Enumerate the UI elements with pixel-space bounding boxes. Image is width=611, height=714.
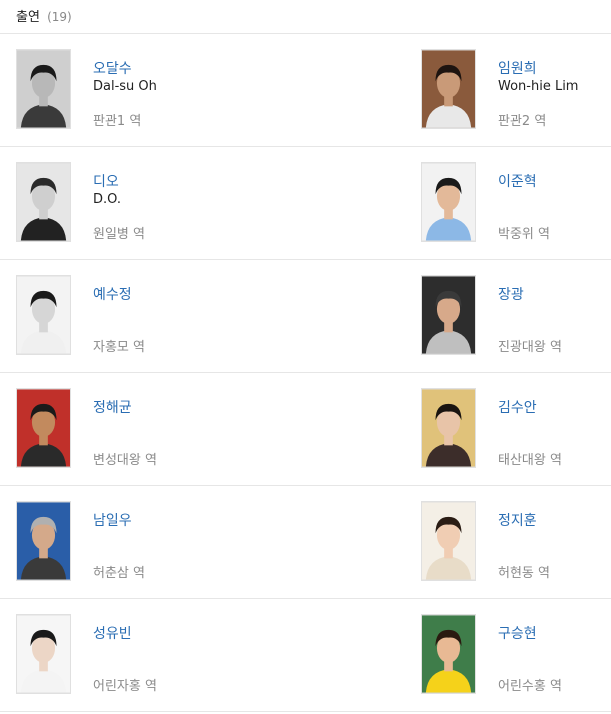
cast-photo[interactable]: [421, 275, 476, 355]
cast-row: 정해균변성대왕 역 김수안태산대왕 역: [0, 373, 611, 486]
portrait-image: [17, 389, 70, 467]
cast-member[interactable]: 구승현어린수홍 역: [421, 599, 611, 712]
cast-member[interactable]: 남일우허춘삼 역: [16, 486, 316, 599]
cast-role: 어린수홍 역: [498, 679, 562, 694]
cast-photo[interactable]: [16, 49, 71, 129]
cast-role: 태산대왕 역: [498, 453, 562, 468]
cast-name-link[interactable]: 예수정: [93, 284, 132, 304]
cast-photo[interactable]: [16, 501, 71, 581]
cast-member[interactable]: 오달수 Dal-su Oh 판관1 역: [16, 34, 316, 147]
cast-member[interactable]: 정해균변성대왕 역: [16, 373, 316, 486]
cast-role: 판관1 역: [93, 114, 142, 129]
cast-photo[interactable]: [421, 614, 476, 694]
cast-photo[interactable]: [16, 388, 71, 468]
cast-photo[interactable]: [16, 614, 71, 694]
cast-role: 어린자홍 역: [93, 679, 157, 694]
cast-row: 디오 D.O. 원일병 역 이준혁박중위 역: [0, 147, 611, 260]
cast-name-link[interactable]: 구승현: [498, 623, 537, 643]
cast-member[interactable]: 디오 D.O. 원일병 역: [16, 147, 316, 260]
portrait-image: [422, 615, 475, 693]
cast-name-link[interactable]: 정해균: [93, 397, 132, 417]
section-title: 출연: [16, 10, 40, 25]
portrait-image: [17, 502, 70, 580]
portrait-image: [17, 615, 70, 693]
cast-role: 허춘삼 역: [93, 566, 145, 581]
cast-photo[interactable]: [421, 162, 476, 242]
cast-row: 성유빈어린자홍 역 구승현어린수홍 역: [0, 599, 611, 712]
portrait-image: [422, 389, 475, 467]
cast-role: 원일병 역: [93, 227, 145, 242]
cast-name-link[interactable]: 이준혁: [498, 171, 537, 191]
cast-english-name: Dal-su Oh: [93, 79, 157, 94]
cast-role: 허현동 역: [498, 566, 550, 581]
cast-row: 오달수 Dal-su Oh 판관1 역 임원희 Won-hie Lim 판관2 역: [0, 34, 611, 147]
cast-member[interactable]: 임원희 Won-hie Lim 판관2 역: [421, 34, 611, 147]
cast-english-name: Won-hie Lim: [498, 79, 579, 94]
cast-name-link[interactable]: 정지훈: [498, 510, 537, 530]
cast-photo[interactable]: [16, 162, 71, 242]
portrait-image: [422, 50, 475, 128]
cast-name-link[interactable]: 디오: [93, 171, 119, 191]
cast-member[interactable]: 김수안태산대왕 역: [421, 373, 611, 486]
cast-name-link[interactable]: 오달수: [93, 58, 132, 78]
cast-photo[interactable]: [16, 275, 71, 355]
cast-name-link[interactable]: 김수안: [498, 397, 537, 417]
cast-name-link[interactable]: 남일우: [93, 510, 132, 530]
portrait-image: [17, 163, 70, 241]
cast-member[interactable]: 이준혁박중위 역: [421, 147, 611, 260]
portrait-image: [422, 276, 475, 354]
cast-member[interactable]: 성유빈어린자홍 역: [16, 599, 316, 712]
cast-role: 자홍모 역: [93, 340, 145, 355]
cast-member[interactable]: 장광진광대왕 역: [421, 260, 611, 373]
cast-name-link[interactable]: 성유빈: [93, 623, 132, 643]
cast-role: 변성대왕 역: [93, 453, 157, 468]
portrait-image: [17, 50, 70, 128]
cast-member[interactable]: 예수정자홍모 역: [16, 260, 316, 373]
cast-photo[interactable]: [421, 49, 476, 129]
cast-photo[interactable]: [421, 501, 476, 581]
cast-count: (19): [47, 10, 72, 24]
cast-role: 진광대왕 역: [498, 340, 562, 355]
cast-english-name: D.O.: [93, 192, 121, 207]
portrait-image: [422, 502, 475, 580]
cast-row: 예수정자홍모 역 장광진광대왕 역: [0, 260, 611, 373]
section-header: 출연 (19): [0, 0, 611, 34]
cast-row: 남일우허춘삼 역 정지훈허현동 역: [0, 486, 611, 599]
portrait-image: [17, 276, 70, 354]
cast-name-link[interactable]: 임원희: [498, 58, 537, 78]
cast-name-link[interactable]: 장광: [498, 284, 524, 304]
cast-role: 판관2 역: [498, 114, 547, 129]
cast-role: 박중위 역: [498, 227, 550, 242]
portrait-image: [422, 163, 475, 241]
cast-photo[interactable]: [421, 388, 476, 468]
cast-member[interactable]: 정지훈허현동 역: [421, 486, 611, 599]
